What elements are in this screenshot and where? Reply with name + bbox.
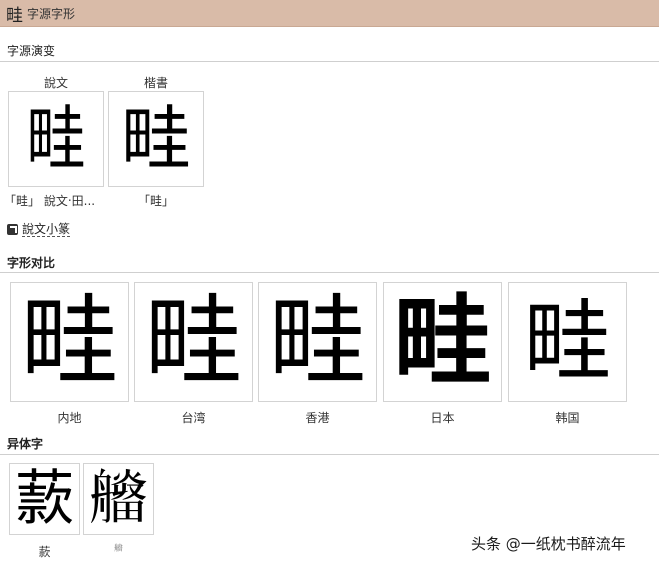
compare-glyph-box-japan[interactable]: 畦 — [383, 282, 502, 402]
compare-caption-hongkong: 香港 — [305, 411, 330, 425]
evolution-glyph-box-kaishu[interactable]: 畦 — [108, 91, 204, 187]
section-divider — [0, 272, 659, 273]
compare-glyph-mainland: 畦 — [20, 285, 119, 399]
evolution-caption-shuowen: 「畦」 說文‧田... — [4, 194, 96, 208]
section-title-variants: 异体字 — [7, 437, 44, 451]
compare-glyph-japan: 畦 — [393, 284, 492, 399]
shuowen-link[interactable]: 說文小篆 — [7, 222, 71, 237]
shuowen-link-text[interactable]: 說文小篆 — [22, 222, 71, 237]
compare-glyph-taiwan: 畦 — [144, 285, 243, 399]
compare-caption-korea: 韩国 — [555, 411, 580, 425]
evolution-glyph-shuowen: 畦 — [26, 98, 86, 180]
variant-glyph-2: 𤳮 — [88, 464, 149, 534]
compare-glyph-box-korea[interactable]: 畦 — [508, 282, 627, 402]
page-header: 畦 字源字形 — [0, 0, 659, 27]
evolution-label-kaishu: 楷書 — [143, 76, 168, 90]
section-divider — [0, 61, 659, 62]
variant-caption-2: 𤳮 — [113, 544, 123, 554]
compare-glyph-box-hongkong[interactable]: 畦 — [258, 282, 377, 402]
evolution-label-shuowen: 說文 — [43, 76, 68, 90]
compare-glyph-korea: 畦 — [523, 290, 612, 393]
header-title: 字源字形 — [27, 6, 76, 21]
compare-glyph-box-mainland[interactable]: 畦 — [10, 282, 129, 402]
section-title-evolution: 字源演变 — [7, 44, 56, 58]
evolution-glyph-box-shuowen[interactable]: 畦 — [8, 91, 104, 187]
variant-glyph-1: 䕀 — [14, 464, 75, 534]
section-divider — [0, 454, 659, 455]
compare-glyph-box-taiwan[interactable]: 畦 — [134, 282, 253, 402]
evolution-glyph-kaishu: 畦 — [121, 98, 191, 180]
section-title-compare: 字形对比 — [7, 256, 56, 270]
variant-glyph-box-1[interactable]: 䕀 — [9, 463, 80, 535]
watermark-text: 头条 @一纸枕书醉流年 — [471, 535, 626, 553]
header-char: 畦 — [6, 5, 23, 26]
variant-glyph-box-2[interactable]: 𤳮 — [83, 463, 154, 535]
variant-caption-1: 䕀 — [38, 545, 51, 559]
compare-caption-japan: 日本 — [430, 411, 455, 425]
external-link-icon — [7, 224, 18, 235]
evolution-caption-kaishu: 「畦」 — [137, 194, 174, 208]
compare-caption-mainland: 内地 — [57, 411, 82, 425]
compare-caption-taiwan: 台湾 — [181, 411, 206, 425]
compare-glyph-hongkong: 畦 — [268, 285, 367, 399]
